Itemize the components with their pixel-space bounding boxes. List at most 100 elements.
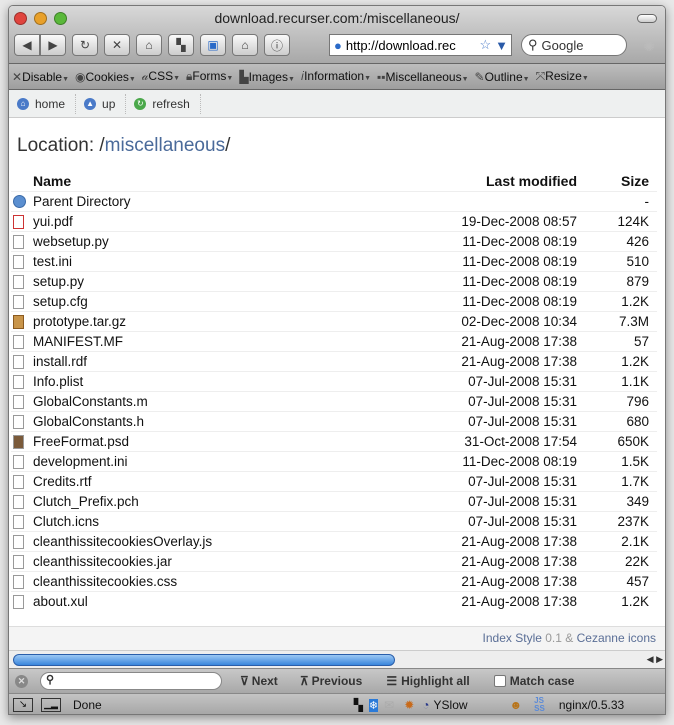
next-icon[interactable]: ⊽	[240, 674, 249, 688]
file-link[interactable]: GlobalConstants.h	[33, 414, 144, 429]
file-link[interactable]: cleanthissitecookies.css	[33, 574, 177, 589]
find-input[interactable]: ⚲	[40, 672, 222, 690]
file-row: cleanthissitecookiesOverlay.js 21-Aug-200…	[11, 530, 657, 551]
file-link[interactable]: MANIFEST.MF	[33, 334, 123, 349]
devbar-menu-resize[interactable]: ⤧Resize▼	[536, 69, 589, 84]
file-link[interactable]: Clutch.icns	[33, 514, 99, 529]
forward-button[interactable]: ▶	[40, 34, 66, 56]
bookmark-refresh[interactable]: ↻ refresh	[126, 93, 201, 114]
horizontal-scrollbar[interactable]: ◀ ▶	[9, 650, 665, 668]
webdev-status-icon[interactable]: ▚	[354, 698, 363, 712]
file-link[interactable]: setup.cfg	[33, 294, 88, 309]
bookmark-up[interactable]: ▲ up	[76, 93, 127, 114]
firebug-icon[interactable]: ✹	[404, 698, 414, 712]
search-placeholder: Google	[541, 37, 584, 53]
file-link[interactable]: prototype.tar.gz	[33, 314, 126, 329]
yslow-label[interactable]: YSlow	[434, 698, 468, 712]
devbar-menu-outline[interactable]: ✎Outline▼	[475, 70, 530, 84]
url-bar[interactable]: ● http://download.rec ☆ ▼	[329, 34, 512, 56]
home-button[interactable]: ⌂	[136, 34, 162, 56]
file-link[interactable]: setup.py	[33, 274, 84, 289]
location-dir-link[interactable]: miscellaneous	[105, 135, 225, 156]
greasemonkey-icon[interactable]: ☻	[510, 698, 523, 712]
size-cell: 1.2K	[577, 590, 657, 611]
file-link[interactable]: cleanthissitecookiesOverlay.js	[33, 534, 212, 549]
devbar-menu-disable[interactable]: ✕Disable▼	[12, 70, 69, 84]
devbar-menu-css[interactable]: 𝒶CSS▼	[142, 69, 180, 84]
history-dropdown-icon[interactable]: ▼	[495, 38, 511, 53]
size-cell: 124K	[577, 210, 657, 231]
file-link[interactable]: about.xul	[33, 594, 88, 609]
file-link[interactable]: test.ini	[33, 254, 72, 269]
file-name-cell: Info.plist	[11, 370, 371, 391]
devbar-menu-images[interactable]: ▙Images▼	[239, 70, 295, 84]
scroll-arrows[interactable]: ◀ ▶	[647, 654, 663, 665]
previous-icon[interactable]: ⊼	[300, 674, 309, 688]
file-link[interactable]: development.ini	[33, 454, 128, 469]
snowflake-icon[interactable]: ❄	[368, 698, 379, 712]
jsss-icon[interactable]: JS SS	[534, 697, 545, 713]
size-cell: -	[577, 190, 657, 211]
file-file-icon	[13, 254, 24, 269]
activity-spinner-icon: ✺	[643, 38, 655, 54]
refresh-icon: ↻	[134, 97, 147, 110]
match-case-checkbox[interactable]	[493, 675, 506, 687]
file-row: Info.plist 07-Jul-2008 15:31 1.1K	[11, 370, 657, 391]
modified-cell: 11-Dec-2008 08:19	[370, 230, 577, 251]
file-link[interactable]: yui.pdf	[33, 214, 73, 229]
modified-cell: 07-Jul-2008 15:31	[370, 470, 577, 491]
column-header-size[interactable]: Size	[577, 171, 657, 191]
toolbar-toggle-button[interactable]	[637, 14, 657, 23]
bookmark-home[interactable]: ⌂ home	[9, 93, 77, 114]
match-case-label[interactable]: Match case	[510, 674, 575, 688]
file-link[interactable]: FreeFormat.psd	[33, 434, 129, 449]
column-header-name[interactable]: Name	[11, 171, 370, 191]
search-box[interactable]: ⚲ Google	[521, 34, 627, 56]
file-row: FreeFormat.psd 31-Oct-2008 17:54 650K	[11, 430, 657, 451]
size-cell: 1.1K	[577, 370, 657, 391]
tag-icon[interactable]: ⌂	[232, 34, 258, 56]
find-previous-button[interactable]: Previous	[312, 674, 363, 688]
globe-icon: ●	[334, 37, 342, 53]
file-file-icon	[13, 554, 24, 569]
bookmark-star-icon[interactable]: ☆	[479, 37, 491, 53]
cezanne-icons-link[interactable]: Cezanne icons	[577, 631, 656, 645]
file-name-cell: install.rdf	[11, 350, 371, 371]
file-name-cell: Parent Directory	[11, 190, 371, 211]
dropdown-arrow-icon: ▼	[364, 75, 372, 82]
file-link[interactable]: websetup.py	[33, 234, 109, 249]
file-name-cell: prototype.tar.gz	[11, 310, 371, 331]
file-link[interactable]: GlobalConstants.m	[33, 394, 148, 409]
devbar-menu-miscellaneous[interactable]: ▪▪Miscellaneous▼	[377, 70, 469, 84]
file-link[interactable]: cleanthissitecookies.jar	[33, 554, 172, 569]
back-button[interactable]: ◀	[14, 34, 40, 56]
devbar-menu-forms[interactable]: 🔒︎Forms▼	[186, 69, 233, 84]
devbar-menu-information[interactable]: 𝑖Information▼	[301, 69, 371, 84]
file-link[interactable]: Clutch_Prefix.pch	[33, 494, 139, 509]
column-header-modified[interactable]: Last modified	[370, 171, 577, 191]
location-label: Location: /	[17, 135, 105, 156]
close-find-icon[interactable]: ✕	[15, 674, 28, 688]
highlight-icon[interactable]: ☰	[386, 674, 397, 688]
find-next-button[interactable]: Next	[252, 674, 278, 688]
highlight-all-button[interactable]: Highlight all	[401, 674, 470, 688]
ruler-icon[interactable]: ▁▂	[41, 698, 61, 712]
file-row: websetup.py 11-Dec-2008 08:19 426	[11, 230, 657, 251]
reload-button[interactable]: ↻	[72, 34, 98, 56]
mail-icon[interactable]: ✉	[384, 698, 394, 712]
file-link[interactable]: Parent Directory	[33, 194, 131, 209]
sidebar-icon[interactable]: ▣	[200, 34, 226, 56]
file-link[interactable]: install.rdf	[33, 354, 87, 369]
alert-icon[interactable]: ⓘ	[264, 34, 290, 56]
file-link[interactable]: Credits.rtf	[33, 474, 92, 489]
inspect-icon[interactable]: ↘	[13, 698, 33, 712]
webdeveloper-icon[interactable]: ▚	[168, 34, 194, 56]
file-name-cell: Credits.rtf	[11, 470, 371, 491]
location-suffix: /	[225, 135, 231, 156]
file-link[interactable]: Info.plist	[33, 374, 83, 389]
stop-button[interactable]: ✕	[104, 34, 130, 56]
index-style-link[interactable]: Index Style	[483, 631, 542, 645]
yslow-icon[interactable]: ◔	[422, 698, 429, 712]
scrollbar-thumb[interactable]	[13, 654, 395, 666]
devbar-menu-cookies[interactable]: ◉Cookies▼	[75, 70, 136, 84]
